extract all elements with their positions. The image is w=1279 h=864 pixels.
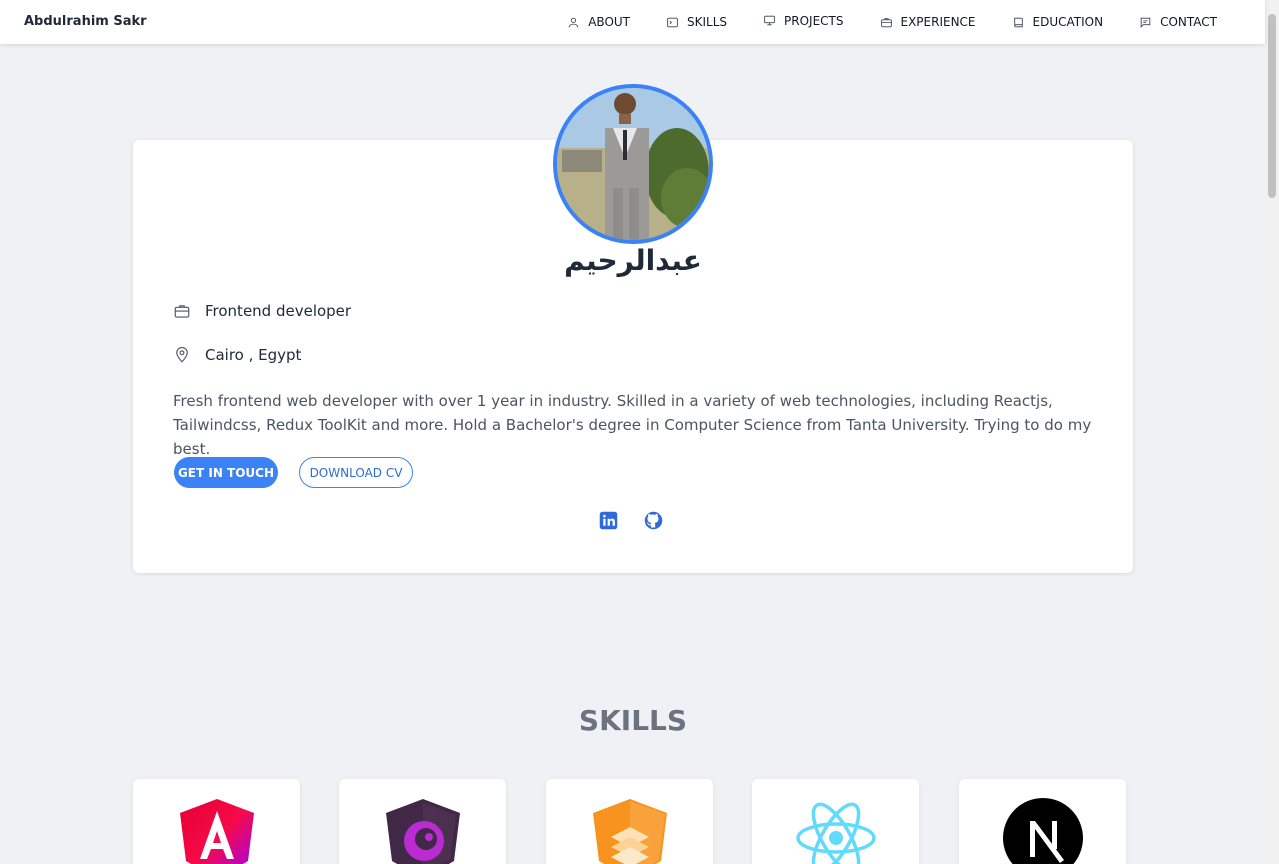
github-icon[interactable] bbox=[643, 510, 664, 531]
social-links bbox=[598, 510, 664, 531]
location-row: Cairo , Egypt bbox=[173, 346, 301, 364]
book-icon bbox=[1013, 17, 1023, 27]
brand-name[interactable]: Abdulrahim Sakr bbox=[24, 14, 147, 29]
monitor-icon bbox=[764, 15, 775, 26]
nav-link-label: EXPERIENCE bbox=[900, 15, 976, 29]
nav-link-label: CONTACT bbox=[1160, 15, 1217, 29]
role-row: Frontend developer bbox=[173, 302, 351, 320]
get-in-touch-button[interactable]: GET IN TOUCH bbox=[174, 457, 278, 488]
briefcase-icon bbox=[174, 305, 190, 318]
profile-name: عبدالرحيم bbox=[564, 244, 702, 277]
nav-link-projects[interactable]: PROJECTS bbox=[763, 13, 844, 28]
location-text: Cairo , Egypt bbox=[205, 346, 302, 364]
bio-text: Fresh frontend web developer with over 1… bbox=[173, 392, 1092, 458]
nav-link-label: SKILLS bbox=[687, 15, 728, 29]
page-scrollbar[interactable] bbox=[1265, 0, 1279, 864]
nav-link-label: EDUCATION bbox=[1032, 15, 1104, 29]
react-logo bbox=[796, 802, 876, 864]
nav-link-contact[interactable]: CONTACT bbox=[1139, 15, 1217, 29]
terminal-icon bbox=[667, 17, 678, 27]
profile-photo bbox=[557, 88, 709, 240]
skill-card-stack bbox=[546, 779, 713, 864]
navbar: Abdulrahim Sakr ABOUT SKILLS PROJECTS EX… bbox=[0, 0, 1265, 44]
skill-card-angular bbox=[133, 779, 300, 864]
download-cv-button[interactable]: DOWNLOAD CV bbox=[299, 457, 413, 488]
nav-link-skills[interactable]: SKILLS bbox=[666, 15, 727, 29]
role-text: Frontend developer bbox=[205, 302, 352, 320]
location-pin-icon bbox=[176, 347, 188, 363]
message-icon bbox=[1140, 17, 1151, 28]
nav-link-label: ABOUT bbox=[588, 15, 631, 29]
nextjs-logo bbox=[1003, 798, 1083, 864]
nav-link-about[interactable]: ABOUT bbox=[567, 15, 630, 29]
skill-card-react bbox=[752, 779, 919, 864]
avatar bbox=[553, 84, 713, 244]
linkedin-icon[interactable] bbox=[598, 510, 619, 531]
angular-logo bbox=[180, 799, 254, 864]
nav-link-education[interactable]: EDUCATION bbox=[1012, 15, 1104, 29]
nav-links: ABOUT SKILLS PROJECTS EXPERIENCE EDUCATI… bbox=[567, 0, 1217, 44]
stackshare-logo bbox=[593, 799, 667, 864]
briefcase-icon bbox=[880, 17, 892, 27]
nav-link-experience[interactable]: EXPERIENCE bbox=[880, 15, 976, 29]
scrollbar-thumb[interactable] bbox=[1268, 14, 1276, 198]
skills-heading: SKILLS bbox=[578, 704, 688, 737]
ngrx-logo bbox=[386, 799, 460, 864]
skill-card-ngrx bbox=[339, 779, 506, 864]
user-icon bbox=[568, 17, 579, 27]
skill-card-nextjs bbox=[959, 779, 1126, 864]
nav-link-label: PROJECTS bbox=[784, 13, 844, 28]
